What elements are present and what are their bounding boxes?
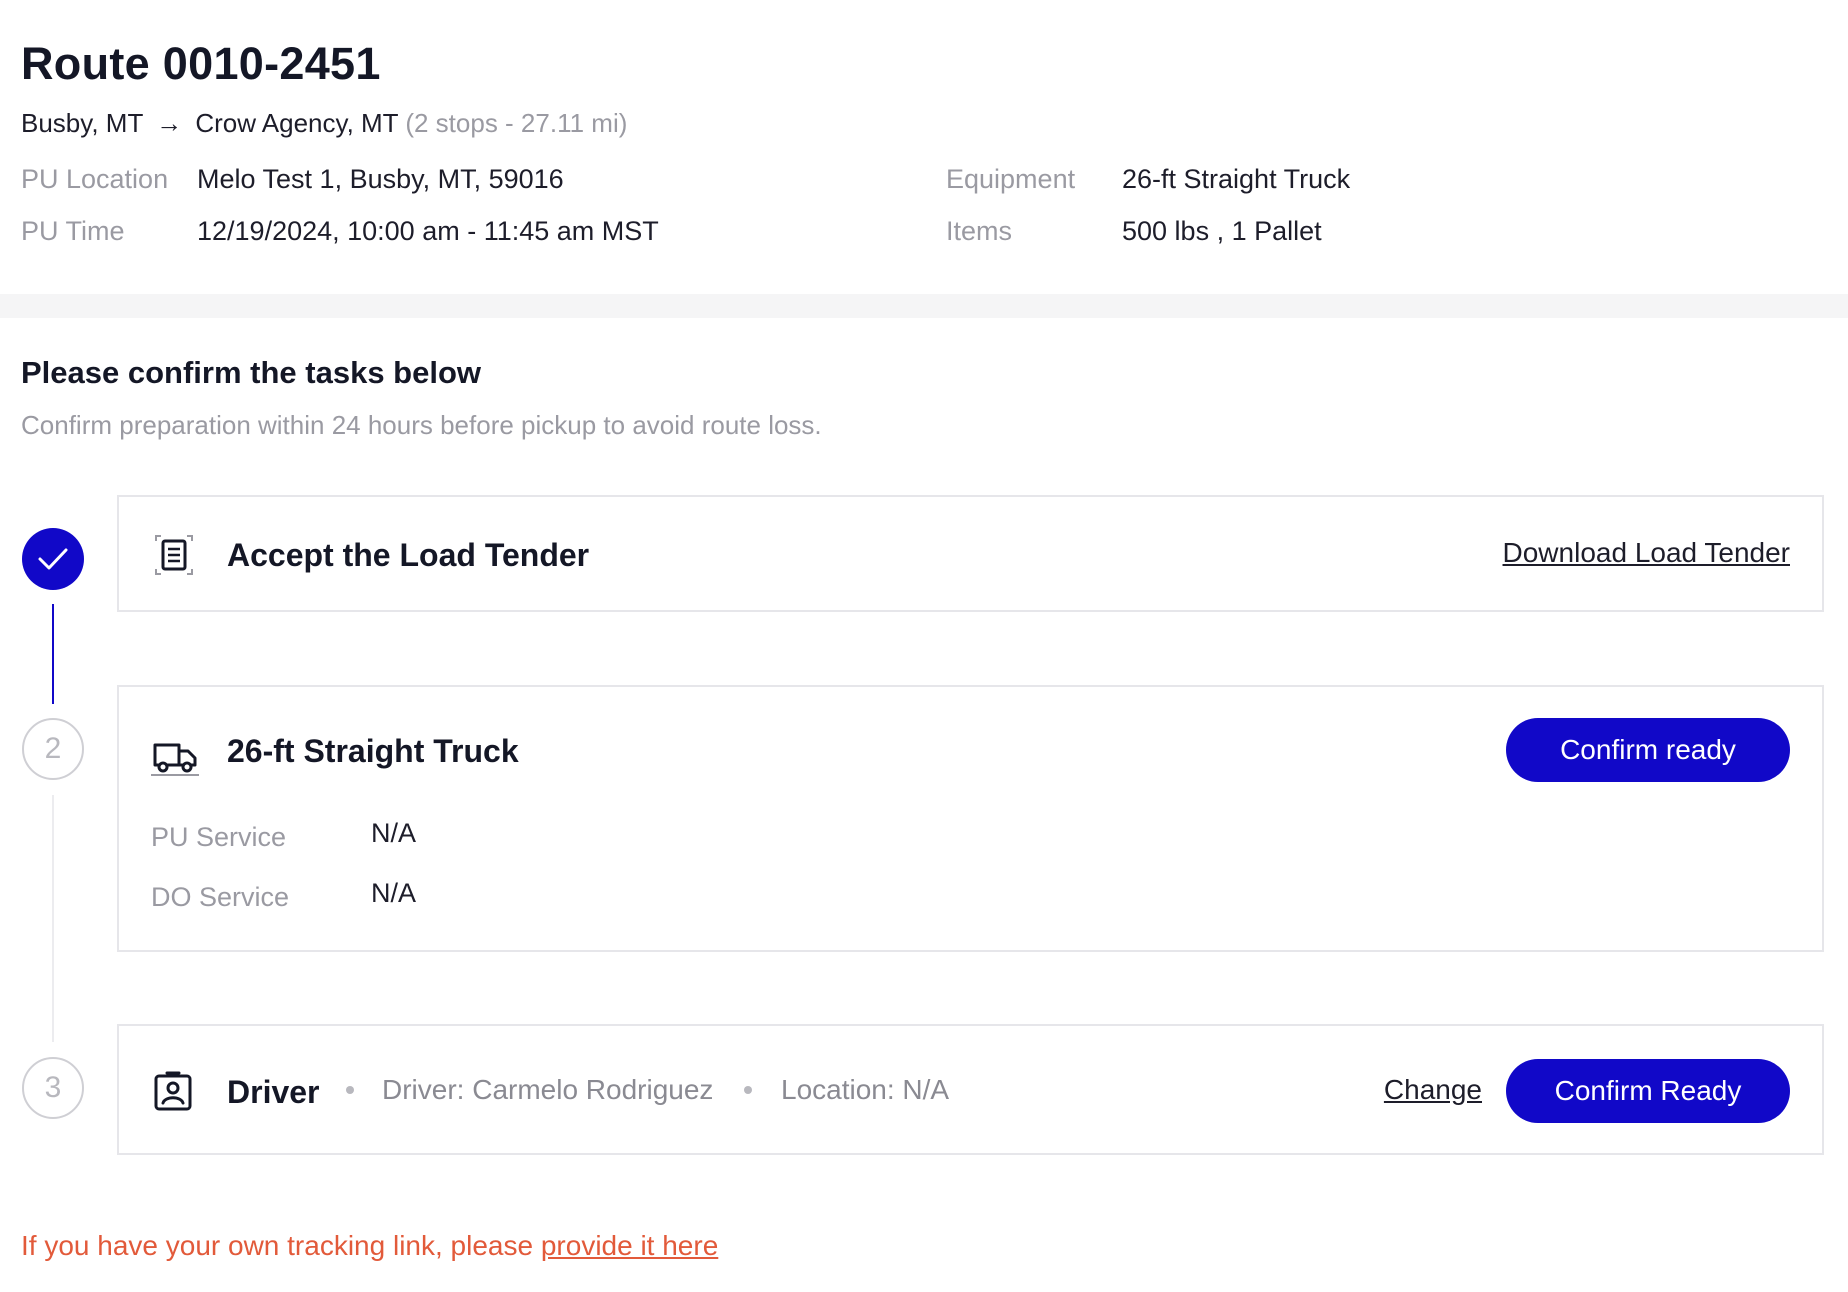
- pu-time-row: PU Time 12/19/2024, 10:00 am - 11:45 am …: [21, 214, 1821, 248]
- tracking-text: If you have your own tracking link, plea…: [21, 1230, 541, 1261]
- step-connector-1: [52, 604, 54, 704]
- task-title-load-tender: Accept the Load Tender: [227, 537, 590, 573]
- pu-service-value: N/A: [371, 818, 417, 848]
- tasks-section: Please confirm the tasks below Confirm p…: [0, 354, 1848, 442]
- pu-location-row: PU Location Melo Test 1, Busby, MT, 5901…: [21, 162, 1821, 196]
- driver-location: Location: N/A: [781, 1074, 950, 1105]
- tasks-title: Please confirm the tasks below: [21, 355, 482, 390]
- equipment-label: Equipment: [946, 164, 1076, 194]
- pu-time-value: 12/19/2024, 10:00 am - 11:45 am MST: [197, 216, 659, 246]
- confirm-ready-equipment-button[interactable]: Confirm ready: [1506, 718, 1790, 782]
- truck-icon: [151, 737, 199, 779]
- task-card-equipment: 26-ft Straight Truck Confirm ready PU Se…: [117, 685, 1824, 952]
- download-load-tender-link[interactable]: Download Load Tender: [1503, 535, 1790, 571]
- route-arrow-icon: →: [156, 108, 183, 138]
- do-service-value: N/A: [371, 878, 417, 908]
- change-driver-link[interactable]: Change: [1384, 1072, 1482, 1108]
- route-title: Route 0010-2451: [21, 38, 381, 89]
- tracking-link-prompt: If you have your own tracking link, plea…: [21, 1228, 718, 1264]
- items-value: 500 lbs , 1 Pallet: [1122, 216, 1322, 246]
- equipment-value: 26-ft Straight Truck: [1122, 164, 1351, 194]
- route-origin: Busby, MT: [21, 108, 143, 138]
- pu-time-label: PU Time: [21, 216, 125, 246]
- route-subtitle: Busby, MT → Crow Agency, MT (2 stops - 2…: [21, 106, 1827, 140]
- step-3-number: 3: [22, 1057, 84, 1119]
- do-service-label: DO Service: [151, 882, 290, 912]
- task-card-driver: Driver Driver: Carmelo Rodriguez Locatio…: [117, 1024, 1824, 1155]
- task-title-driver: Driver: [227, 1074, 320, 1110]
- pu-location-label: PU Location: [21, 164, 169, 194]
- items-label: Items: [946, 216, 1013, 246]
- step-1-check-icon: [22, 528, 84, 590]
- separator-dot: [744, 1086, 752, 1094]
- route-summary: (2 stops - 27.11 mi): [405, 108, 628, 138]
- step-connector-2: [52, 795, 54, 1042]
- task-card-load-tender: Accept the Load Tender Download Load Ten…: [117, 495, 1824, 612]
- confirm-ready-driver-button[interactable]: Confirm Ready: [1506, 1059, 1790, 1123]
- driver-name: Driver: Carmelo Rodriguez: [382, 1074, 714, 1105]
- route-destination: Crow Agency, MT: [195, 108, 399, 138]
- route-header: Route 0010-2451 Busby, MT → Crow Agency,…: [0, 0, 1848, 294]
- driver-badge-icon: [153, 1070, 195, 1112]
- task-title-equipment: 26-ft Straight Truck: [227, 733, 519, 769]
- tasks-description: Confirm preparation within 24 hours befo…: [21, 410, 822, 440]
- document-icon: [153, 533, 195, 575]
- provide-tracking-link[interactable]: provide it here: [541, 1230, 718, 1261]
- separator-dot: [346, 1086, 354, 1094]
- pu-service-label: PU Service: [151, 822, 287, 852]
- step-2-number: 2: [22, 718, 84, 780]
- section-divider: [0, 294, 1848, 318]
- pu-location-value: Melo Test 1, Busby, MT, 59016: [197, 164, 564, 194]
- route-info-grid: PU Location Melo Test 1, Busby, MT, 5901…: [21, 162, 1827, 272]
